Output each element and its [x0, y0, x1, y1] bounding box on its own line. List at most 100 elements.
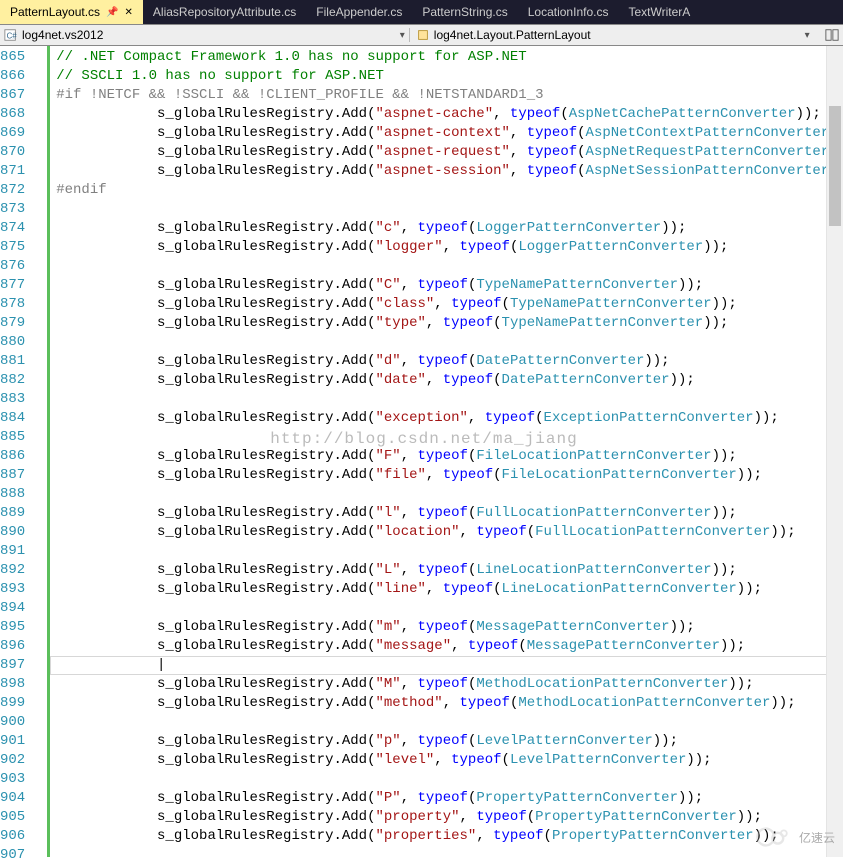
code-area[interactable]: http://blog.csdn.net/ma_jiang // .NET Co…: [50, 46, 843, 857]
code-line[interactable]: #if !NETCF && !SSCLI && !CLIENT_PROFILE …: [50, 86, 843, 105]
line-number: 887: [0, 466, 49, 485]
code-line[interactable]: s_globalRulesRegistry.Add("method", type…: [50, 694, 843, 713]
code-line[interactable]: #endif: [50, 181, 843, 200]
tab-textwritera[interactable]: TextWriterA: [618, 0, 700, 24]
code-line[interactable]: s_globalRulesRegistry.Add("p", typeof(Le…: [50, 732, 843, 751]
code-line[interactable]: s_globalRulesRegistry.Add("exception", t…: [50, 409, 843, 428]
code-line[interactable]: s_globalRulesRegistry.Add("aspnet-reques…: [50, 143, 843, 162]
class-icon: [416, 28, 430, 42]
code-line[interactable]: s_globalRulesRegistry.Add("type", typeof…: [50, 314, 843, 333]
line-number: 883: [0, 390, 49, 409]
line-number: 872: [0, 181, 49, 200]
line-number: 867: [0, 86, 49, 105]
line-number: 866: [0, 67, 49, 86]
tab-label: PatternString.cs: [422, 5, 507, 19]
code-line[interactable]: s_globalRulesRegistry.Add("date", typeof…: [50, 371, 843, 390]
nav-right-member[interactable]: log4net.Layout.PatternLayout ▾: [409, 28, 810, 42]
code-line[interactable]: s_globalRulesRegistry.Add("property", ty…: [50, 808, 843, 827]
line-number: 889: [0, 504, 49, 523]
line-number: 902: [0, 751, 49, 770]
code-line[interactable]: s_globalRulesRegistry.Add("c", typeof(Lo…: [50, 219, 843, 238]
close-icon[interactable]: ✕: [125, 7, 133, 18]
line-number: 897: [0, 656, 49, 675]
line-number: 892: [0, 561, 49, 580]
line-number: 874: [0, 219, 49, 238]
line-number: 877: [0, 276, 49, 295]
code-line[interactable]: [50, 390, 843, 409]
code-line[interactable]: s_globalRulesRegistry.Add("line", typeof…: [50, 580, 843, 599]
tab-label: TextWriterA: [628, 5, 690, 19]
code-line[interactable]: [50, 770, 843, 789]
code-line[interactable]: s_globalRulesRegistry.Add("aspnet-contex…: [50, 124, 843, 143]
tab-patternlayout-cs[interactable]: PatternLayout.cs 📌 ✕: [0, 0, 143, 24]
code-line[interactable]: [50, 542, 843, 561]
line-number: 881: [0, 352, 49, 371]
line-number-gutter: 8658668678688698708718728738748758768778…: [0, 46, 50, 857]
brand-watermark: 亿速云: [753, 825, 835, 849]
code-line[interactable]: [50, 200, 843, 219]
line-number: 878: [0, 295, 49, 314]
code-line[interactable]: // SSCLI 1.0 has no support for ASP.NET: [50, 67, 843, 86]
code-line[interactable]: |: [50, 656, 843, 675]
pin-icon[interactable]: 📌: [106, 7, 118, 18]
code-line[interactable]: s_globalRulesRegistry.Add("M", typeof(Me…: [50, 675, 843, 694]
code-line[interactable]: s_globalRulesRegistry.Add("m", typeof(Me…: [50, 618, 843, 637]
code-line[interactable]: [50, 333, 843, 352]
code-line[interactable]: s_globalRulesRegistry.Add("F", typeof(Fi…: [50, 447, 843, 466]
code-line[interactable]: s_globalRulesRegistry.Add("L", typeof(Li…: [50, 561, 843, 580]
tab-aliasrepositoryattribute-cs[interactable]: AliasRepositoryAttribute.cs: [143, 0, 306, 24]
tab-fileappender-cs[interactable]: FileAppender.cs: [306, 0, 412, 24]
line-number: 873: [0, 200, 49, 219]
code-line[interactable]: s_globalRulesRegistry.Add("location", ty…: [50, 523, 843, 542]
scrollbar-thumb[interactable]: [829, 106, 841, 226]
split-window-icon[interactable]: [825, 28, 839, 42]
line-number: 905: [0, 808, 49, 827]
chevron-down-icon[interactable]: ▾: [400, 30, 405, 41]
line-number: 886: [0, 447, 49, 466]
code-line[interactable]: // .NET Compact Framework 1.0 has no sup…: [50, 48, 843, 67]
code-line[interactable]: s_globalRulesRegistry.Add("d", typeof(Da…: [50, 352, 843, 371]
tab-locationinfo-cs[interactable]: LocationInfo.cs: [518, 0, 619, 24]
code-line[interactable]: s_globalRulesRegistry.Add("message", typ…: [50, 637, 843, 656]
code-line[interactable]: s_globalRulesRegistry.Add("properties", …: [50, 827, 843, 846]
brand-watermark-text: 亿速云: [799, 829, 835, 846]
tab-label: AliasRepositoryAttribute.cs: [153, 5, 296, 19]
code-line[interactable]: [50, 257, 843, 276]
code-line[interactable]: [50, 428, 843, 447]
code-line[interactable]: [50, 485, 843, 504]
line-number: 882: [0, 371, 49, 390]
code-line[interactable]: s_globalRulesRegistry.Add("class", typeo…: [50, 295, 843, 314]
line-number: 879: [0, 314, 49, 333]
line-number: 893: [0, 580, 49, 599]
code-editor[interactable]: 8658668678688698708718728738748758768778…: [0, 46, 843, 857]
tab-patternstring-cs[interactable]: PatternString.cs: [412, 0, 517, 24]
code-line[interactable]: s_globalRulesRegistry.Add("aspnet-cache"…: [50, 105, 843, 124]
code-line[interactable]: s_globalRulesRegistry.Add("file", typeof…: [50, 466, 843, 485]
line-number: 870: [0, 143, 49, 162]
line-number: 875: [0, 238, 49, 257]
line-number: 895: [0, 618, 49, 637]
code-line[interactable]: [50, 599, 843, 618]
svg-text:C#: C#: [7, 32, 18, 41]
code-line[interactable]: s_globalRulesRegistry.Add("C", typeof(Ty…: [50, 276, 843, 295]
code-line[interactable]: [50, 713, 843, 732]
code-line[interactable]: s_globalRulesRegistry.Add("l", typeof(Fu…: [50, 504, 843, 523]
tab-strip: PatternLayout.cs 📌 ✕ AliasRepositoryAttribu…: [0, 0, 843, 24]
tab-label: PatternLayout.cs: [10, 5, 100, 19]
chevron-down-icon[interactable]: ▾: [805, 30, 810, 41]
line-number: 901: [0, 732, 49, 751]
code-line[interactable]: s_globalRulesRegistry.Add("P", typeof(Pr…: [50, 789, 843, 808]
line-number: 891: [0, 542, 49, 561]
nav-left-scope[interactable]: C# log4net.vs2012 ▾: [4, 28, 405, 42]
vertical-scrollbar[interactable]: [826, 46, 843, 857]
line-number: 868: [0, 105, 49, 124]
code-line[interactable]: s_globalRulesRegistry.Add("aspnet-sessio…: [50, 162, 843, 181]
line-number: 865: [0, 48, 49, 67]
line-number: 896: [0, 637, 49, 656]
code-line[interactable]: s_globalRulesRegistry.Add("logger", type…: [50, 238, 843, 257]
tab-label: LocationInfo.cs: [528, 5, 609, 19]
csharp-file-icon: C#: [4, 28, 18, 42]
tab-label: FileAppender.cs: [316, 5, 402, 19]
code-line[interactable]: s_globalRulesRegistry.Add("level", typeo…: [50, 751, 843, 770]
line-number: 907: [0, 846, 49, 865]
